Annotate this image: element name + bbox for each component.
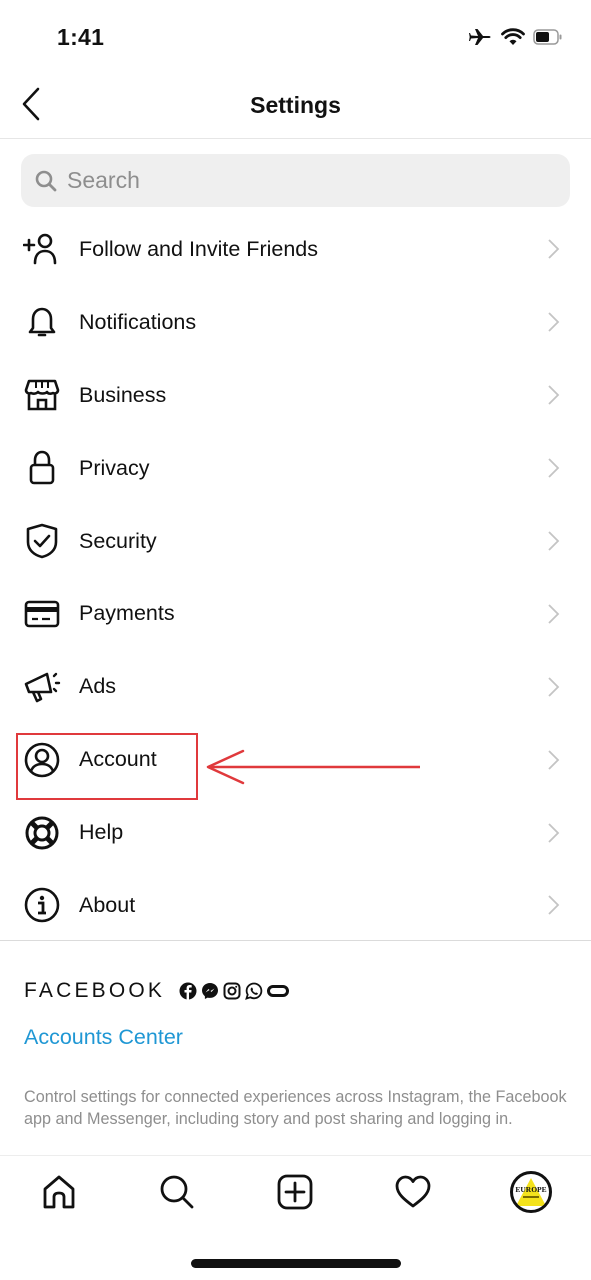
megaphone-icon: [23, 668, 61, 706]
menu-item-label: Privacy: [79, 455, 150, 480]
instagram-icon: [223, 982, 241, 1000]
facebook-header: FACEBOOK: [24, 979, 290, 1003]
menu-item-label: About: [79, 892, 136, 917]
menu-item-label: Ads: [79, 674, 117, 699]
credit-card-icon: [23, 595, 61, 633]
section-divider: [0, 940, 591, 941]
annotation-highlight-box: [16, 733, 198, 800]
profile-avatar[interactable]: EUROPE: [510, 1171, 552, 1213]
chevron-right-icon: [548, 531, 560, 551]
new-post-icon: [277, 1174, 313, 1210]
profile-avatar-image: EUROPE: [515, 1178, 547, 1206]
chevron-right-icon: [548, 239, 560, 260]
annotation-arrow-icon: [206, 749, 420, 785]
nav-search-button[interactable]: [157, 1172, 197, 1212]
menu-item-label: Notifications: [79, 309, 197, 334]
facebook-icon: [179, 982, 197, 1000]
search-bar[interactable]: [21, 154, 570, 207]
wifi-icon: [501, 28, 525, 51]
search-icon: [160, 1175, 194, 1209]
status-bar: 1:41: [0, 0, 591, 70]
accounts-center-description: Control settings for connected experienc…: [24, 1088, 567, 1128]
settings-menu: Follow and Invite Friends Notifications …: [0, 213, 591, 942]
home-indicator: [191, 1259, 401, 1268]
oculus-icon: [267, 985, 290, 997]
facebook-wordmark: FACEBOOK: [24, 979, 166, 1002]
menu-item-about[interactable]: About: [0, 869, 591, 942]
activity-heart-icon: [395, 1175, 431, 1208]
search-icon: [35, 170, 57, 191]
page-title: Settings: [250, 92, 341, 118]
shield-check-icon: [23, 522, 61, 560]
menu-item-business[interactable]: Business: [0, 359, 591, 432]
whatsapp-icon: [245, 982, 263, 1000]
chevron-right-icon: [548, 604, 560, 624]
home-icon: [43, 1175, 75, 1209]
menu-item-label: Payments: [79, 601, 175, 626]
menu-item-follow-invite[interactable]: Follow and Invite Friends: [0, 213, 591, 286]
lifebuoy-icon: [23, 814, 61, 852]
nav-new-post-button[interactable]: [275, 1172, 315, 1212]
chevron-right-icon: [548, 895, 560, 916]
lock-icon: [23, 449, 61, 487]
menu-item-notifications[interactable]: Notifications: [0, 286, 591, 359]
menu-item-security[interactable]: Security: [0, 505, 591, 578]
menu-item-label: Business: [79, 382, 167, 407]
status-time: 1:41: [57, 24, 105, 50]
avatar-text: EUROPE: [515, 1185, 546, 1194]
info-icon: [23, 886, 61, 924]
storefront-icon: [23, 376, 61, 414]
menu-item-label: Follow and Invite Friends: [79, 236, 318, 261]
airplane-icon: [469, 27, 493, 52]
battery-icon: [533, 29, 563, 50]
chevron-right-icon: [548, 677, 560, 697]
bell-icon: [23, 303, 61, 341]
menu-item-ads[interactable]: Ads: [0, 650, 591, 723]
header: Settings: [0, 70, 591, 139]
nav-home-button[interactable]: [39, 1172, 79, 1212]
chevron-right-icon: [548, 312, 560, 332]
search-input[interactable]: [67, 167, 547, 194]
messenger-icon: [202, 983, 219, 999]
menu-item-label: Security: [79, 528, 157, 553]
chevron-right-icon: [548, 458, 560, 478]
chevron-right-icon: [548, 750, 560, 770]
facebook-family-icons: [179, 982, 290, 1000]
menu-item-help[interactable]: Help: [0, 796, 591, 869]
chevron-right-icon: [548, 385, 560, 405]
menu-item-payments[interactable]: Payments: [0, 577, 591, 650]
status-icons: [469, 27, 563, 52]
menu-item-privacy[interactable]: Privacy: [0, 432, 591, 505]
accounts-center-link[interactable]: Accounts Center: [24, 1025, 183, 1050]
add-person-icon: [23, 230, 61, 268]
chevron-right-icon: [548, 822, 560, 843]
menu-item-label: Help: [79, 820, 124, 845]
nav-activity-button[interactable]: [393, 1172, 433, 1212]
